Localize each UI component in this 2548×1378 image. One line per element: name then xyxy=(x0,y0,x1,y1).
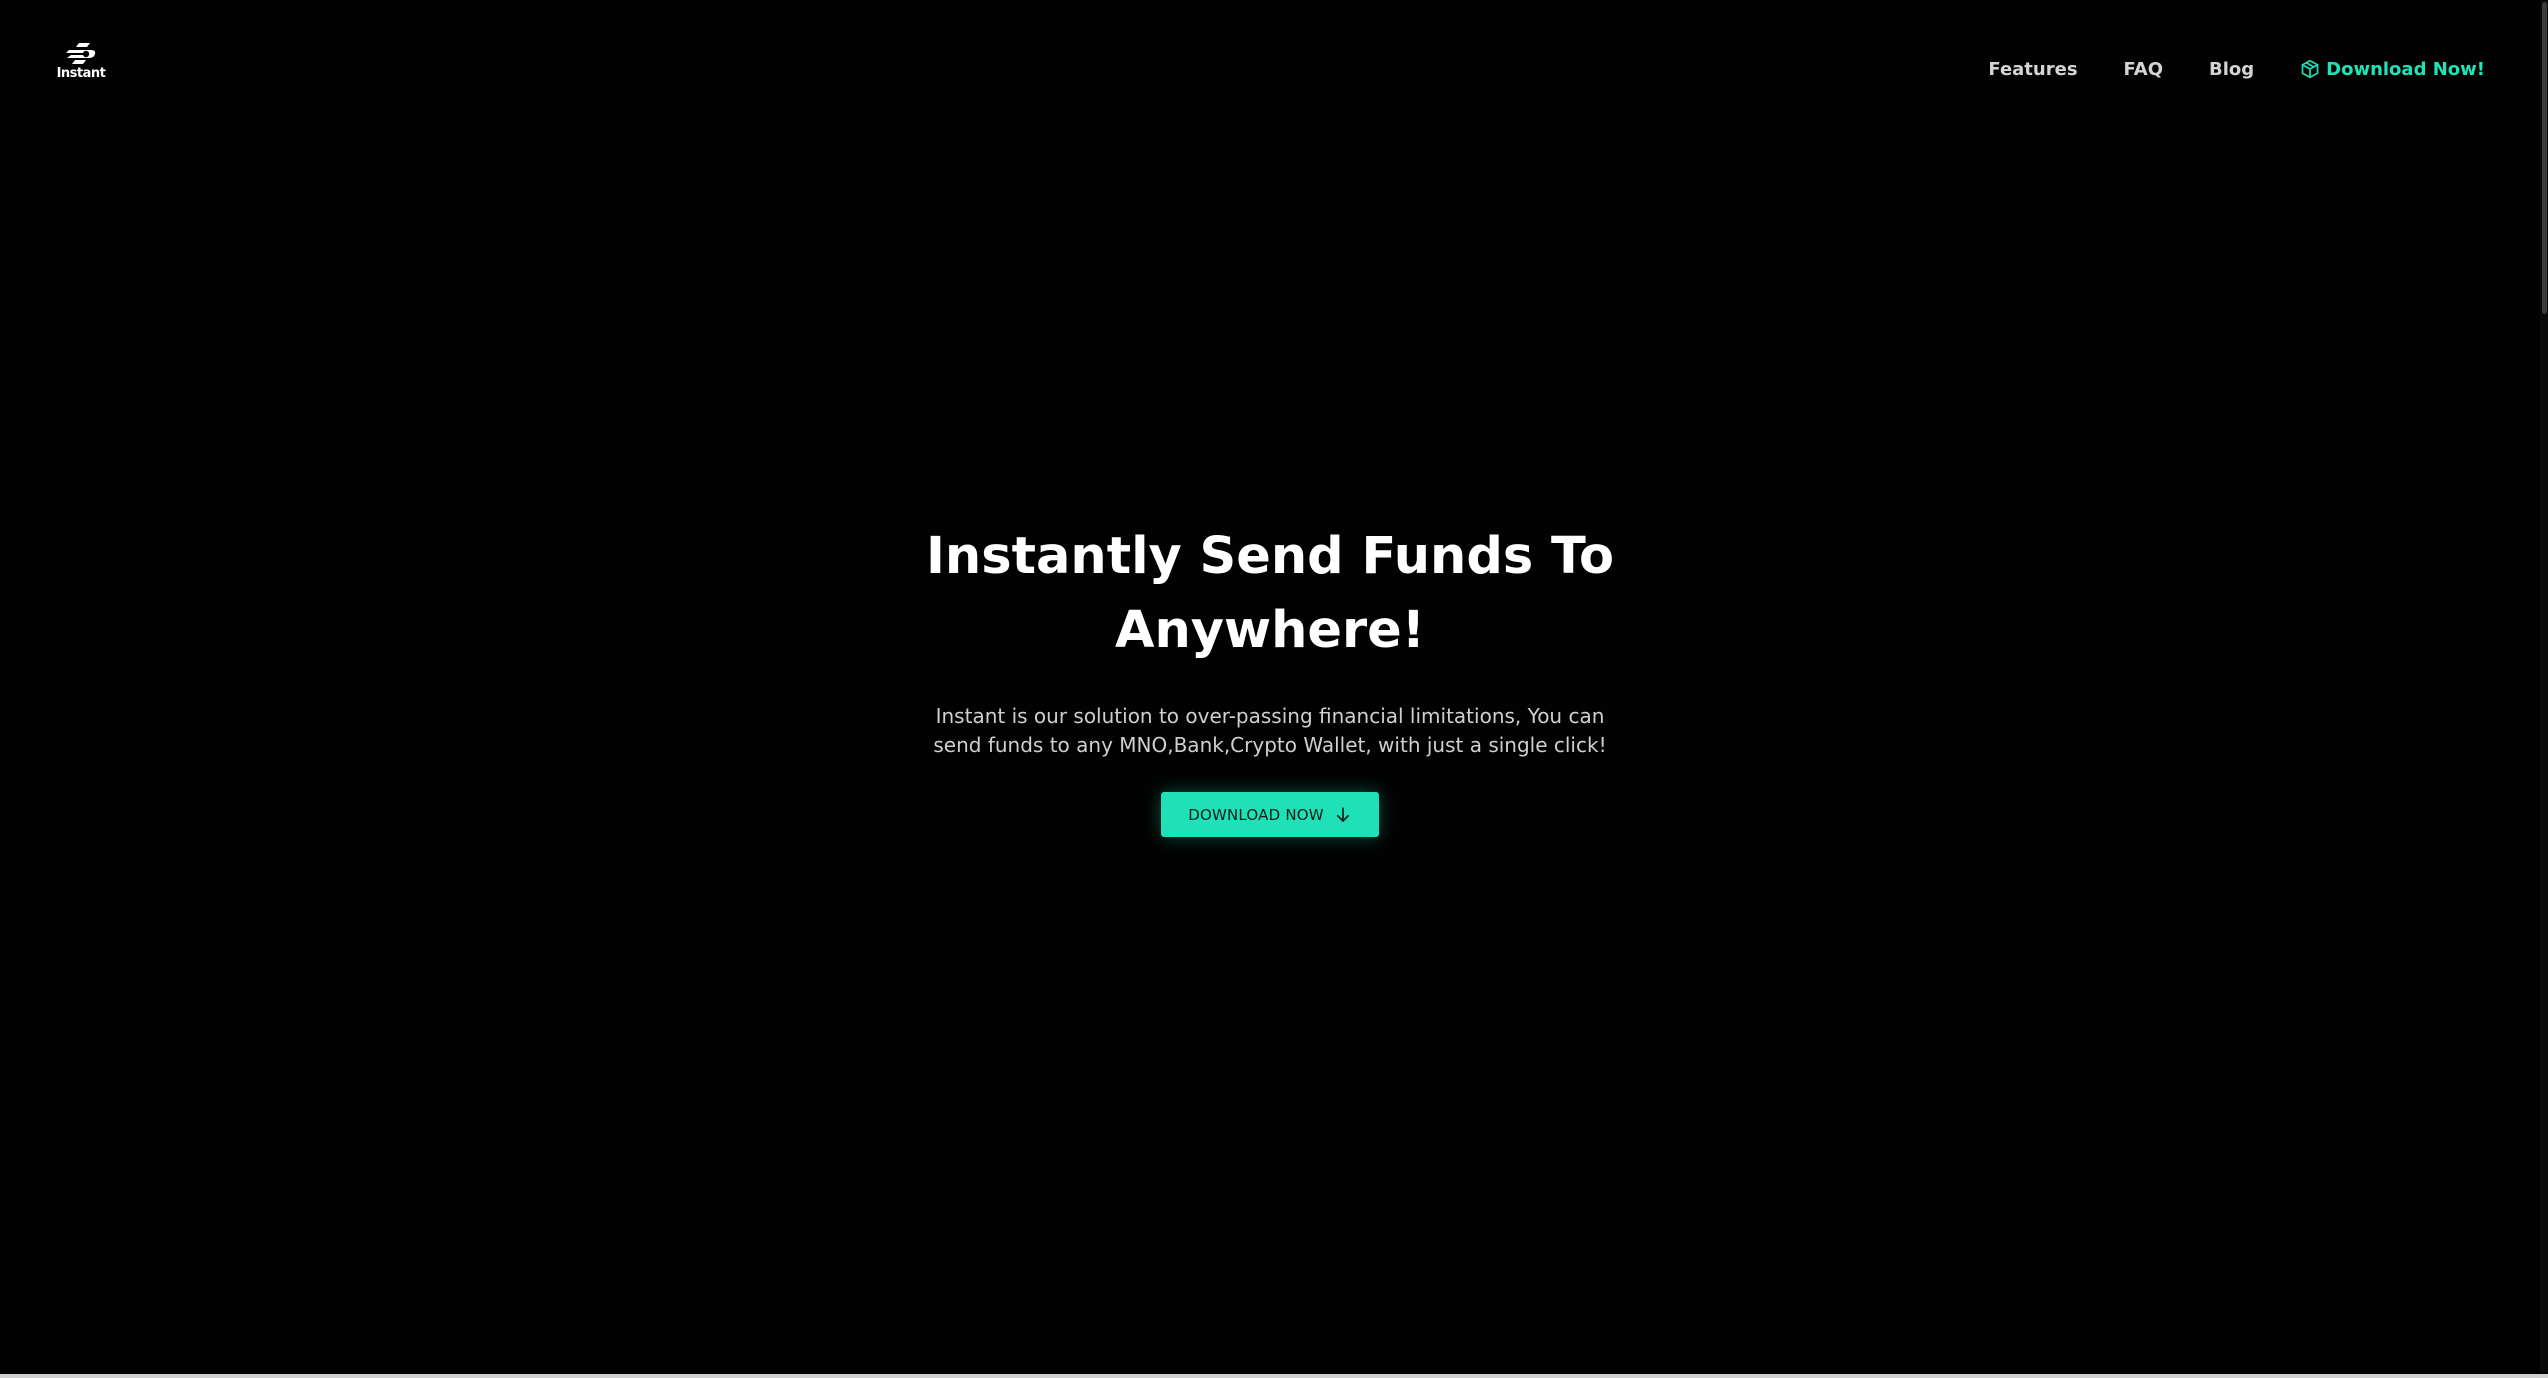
hero-section: Instantly Send Funds To Anywhere! Instan… xyxy=(0,520,2540,837)
nav-link-features[interactable]: Features xyxy=(1988,59,2077,80)
hero-subtitle: Instant is our solution to over-passing … xyxy=(933,704,1607,757)
landing-page: Instant Features FAQ Blog Download Now! … xyxy=(0,0,2548,1378)
nav-download-button[interactable]: Download Now! xyxy=(2300,59,2485,80)
top-nav: Features FAQ Blog Download Now! xyxy=(1942,54,2485,84)
hero-title: Instantly Send Funds To Anywhere! xyxy=(925,527,1615,660)
scrollbar-thumb[interactable] xyxy=(2542,2,2547,314)
brand-logo[interactable]: Instant xyxy=(56,42,106,88)
arrow-down-icon xyxy=(1336,806,1349,822)
nav-link-blog[interactable]: Blog xyxy=(2209,59,2254,80)
window-bottom-edge xyxy=(0,1374,2548,1378)
instant-logo-icon xyxy=(66,43,96,64)
logo-text: Instant xyxy=(56,66,106,81)
cube-icon xyxy=(2301,59,2319,79)
download-now-label: DOWNLOAD NOW xyxy=(1188,805,1324,824)
nav-link-faq[interactable]: FAQ xyxy=(2124,59,2163,80)
download-now-button[interactable]: DOWNLOAD NOW xyxy=(1161,792,1379,837)
page-scrollbar[interactable] xyxy=(2540,0,2548,1372)
nav-download-label: Download Now! xyxy=(2326,58,2485,80)
